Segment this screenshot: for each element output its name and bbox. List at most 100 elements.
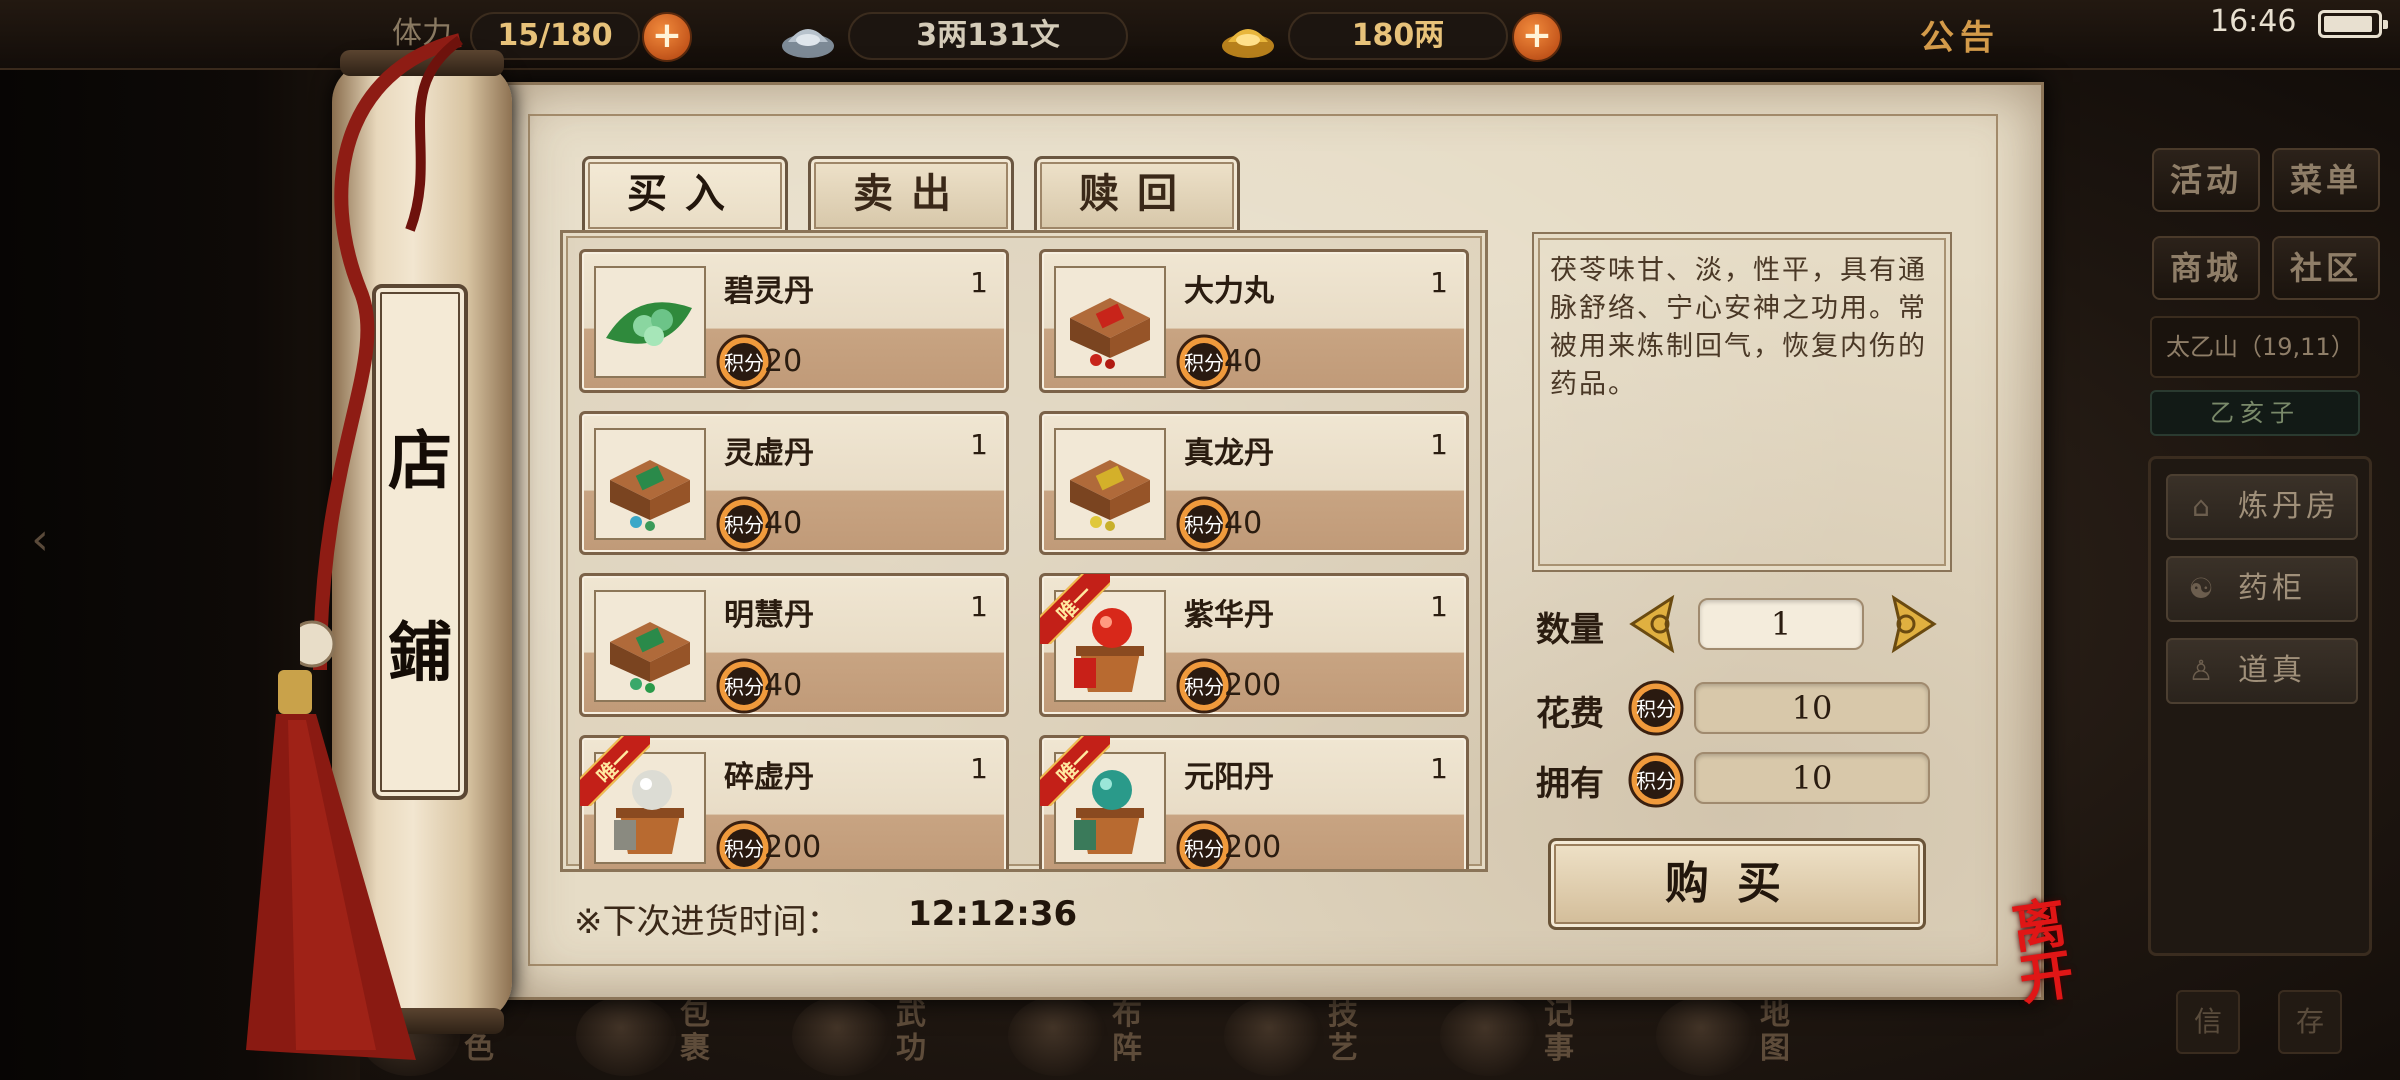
clock: 16:46 bbox=[2210, 4, 2297, 39]
tab-sell[interactable]: 卖出 bbox=[808, 156, 1014, 232]
location-display: 太乙山（19,11） bbox=[2150, 316, 2360, 378]
unique-tag: 唯一 bbox=[1040, 736, 1110, 806]
shop-item[interactable]: 大力丸 1 积分 40 bbox=[1039, 249, 1469, 393]
shop-item[interactable]: 碧灵丹 1 积分 20 bbox=[579, 249, 1009, 393]
item-price: 200 bbox=[1224, 668, 1282, 703]
item-qty: 1 bbox=[970, 428, 988, 461]
points-coin-icon: 积分 bbox=[1628, 680, 1684, 736]
nav-martial-arts[interactable]: 武功 bbox=[792, 988, 982, 1080]
svg-text:积分: 积分 bbox=[724, 513, 764, 537]
community-button[interactable]: 社区 bbox=[2272, 236, 2380, 300]
save-button[interactable]: 存 bbox=[2278, 990, 2342, 1054]
svg-text:积分: 积分 bbox=[724, 675, 764, 699]
item-name: 大力丸 bbox=[1184, 274, 1274, 309]
svg-text:积分: 积分 bbox=[724, 837, 764, 861]
item-name: 元阳丹 bbox=[1184, 760, 1274, 795]
skills-icon bbox=[1224, 996, 1324, 1076]
item-qty: 1 bbox=[1430, 590, 1448, 623]
daozhen-button[interactable]: ♙ 道真 bbox=[2166, 638, 2358, 704]
gold-ingot-icon bbox=[1222, 29, 1274, 58]
svg-text:积分: 积分 bbox=[724, 351, 764, 375]
item-price: 200 bbox=[764, 830, 822, 865]
tab-redeem[interactable]: 赎回 bbox=[1034, 156, 1240, 232]
svg-text:积分: 积分 bbox=[1636, 697, 1676, 721]
shop-item[interactable]: 明慧丹 1 积分 40 bbox=[579, 573, 1009, 717]
item-qty: 1 bbox=[970, 266, 988, 299]
item-name: 灵虚丹 bbox=[724, 436, 814, 471]
scroll-icon bbox=[1440, 996, 1540, 1076]
item-qty: 1 bbox=[970, 752, 988, 785]
leave-button[interactable]: 离开 bbox=[2008, 890, 2123, 1012]
medicine-cabinet-label: 药柜 bbox=[2238, 571, 2306, 606]
quantity-input[interactable]: 1 bbox=[1698, 598, 1864, 650]
silver-value: 3两131文 bbox=[848, 12, 1128, 60]
unique-tag: 唯一 bbox=[1040, 574, 1110, 644]
buy-button[interactable]: 购买 bbox=[1548, 838, 1926, 930]
mail-button[interactable]: 信 bbox=[2176, 990, 2240, 1054]
nav-formation-label: 布阵 bbox=[1112, 997, 1142, 1066]
quantity-decrease-icon[interactable] bbox=[1626, 592, 1690, 656]
item-qty: 1 bbox=[970, 590, 988, 623]
shop-item[interactable]: 灵虚丹 1 积分 40 bbox=[579, 411, 1009, 555]
alchemy-room-label: 炼丹房 bbox=[2238, 489, 2340, 524]
gold-value: 180两 bbox=[1288, 12, 1508, 60]
books-icon bbox=[792, 996, 892, 1076]
tassel-cord-icon bbox=[300, 33, 463, 670]
nav-journal[interactable]: 记事 bbox=[1440, 988, 1630, 1080]
svg-text:积分: 积分 bbox=[1184, 837, 1224, 861]
item-list[interactable]: 碧灵丹 1 积分 20 大力丸 1 积分 40 灵虚丹 1 积分 40 真龙丹 … bbox=[560, 230, 1488, 872]
green-pill-box-icon bbox=[594, 590, 706, 702]
notice-button[interactable]: 公告 bbox=[1920, 10, 2000, 59]
item-name: 碧灵丹 bbox=[724, 274, 814, 309]
nav-map[interactable]: 地图 bbox=[1656, 988, 1846, 1080]
bagua-icon bbox=[1008, 996, 1108, 1076]
points-coin-icon: 积分 bbox=[1628, 752, 1684, 808]
bottom-navigation: 角色 包裹 武功 布阵 技艺 记事 地图 bbox=[360, 988, 1820, 1080]
quantity-label: 数量 bbox=[1536, 610, 1604, 650]
silver-ingot-icon bbox=[782, 29, 834, 58]
item-price: 40 bbox=[764, 506, 803, 541]
item-price: 40 bbox=[1224, 344, 1263, 379]
svg-text:积分: 积分 bbox=[1184, 513, 1224, 537]
unique-tag: 唯一 bbox=[580, 736, 650, 806]
item-description: 茯苓味甘、淡，性平，具有通脉舒络、宁心安神之功用。常被用来炼制回气，恢复内伤的药… bbox=[1532, 232, 1952, 572]
restock-label: ※下次进货时间： bbox=[574, 902, 841, 942]
yellow-pill-box-icon bbox=[1054, 428, 1166, 540]
shop-item[interactable]: 真龙丹 1 积分 40 bbox=[1039, 411, 1469, 555]
battery-icon bbox=[2318, 10, 2388, 38]
left-collapse-arrow-icon[interactable]: ‹ bbox=[18, 510, 62, 570]
nav-journal-label: 记事 bbox=[1544, 997, 1574, 1066]
cabinet-icon: ☯ bbox=[2188, 572, 2218, 605]
shop-item[interactable]: 唯一 碎虚丹 1 积分 200 bbox=[579, 735, 1009, 869]
tassel-icon bbox=[246, 670, 416, 1060]
mall-button[interactable]: 商城 bbox=[2152, 236, 2260, 300]
owned-value: 10 bbox=[1694, 752, 1930, 804]
tab-buy[interactable]: 买入 bbox=[582, 156, 788, 232]
nav-map-label: 地图 bbox=[1760, 997, 1790, 1066]
nav-skills-label: 技艺 bbox=[1328, 997, 1358, 1066]
daozhen-label: 道真 bbox=[2238, 653, 2306, 688]
restock-info: ※下次进货时间： 12:12:36 bbox=[574, 894, 1077, 943]
cost-label: 花费 bbox=[1536, 694, 1604, 734]
nav-skills[interactable]: 技艺 bbox=[1224, 988, 1414, 1080]
item-qty: 1 bbox=[1430, 752, 1448, 785]
nav-formation[interactable]: 布阵 bbox=[1008, 988, 1198, 1080]
restock-time: 12:12:36 bbox=[908, 894, 1078, 934]
item-name: 真龙丹 bbox=[1184, 436, 1274, 471]
shop-item[interactable]: 唯一 元阳丹 1 积分 200 bbox=[1039, 735, 1469, 869]
svg-text:积分: 积分 bbox=[1636, 769, 1676, 793]
nav-bag[interactable]: 包裹 bbox=[576, 988, 766, 1080]
alchemy-room-button[interactable]: ⌂ 炼丹房 bbox=[2166, 474, 2358, 540]
map-icon bbox=[1656, 996, 1756, 1076]
gold-add-button[interactable]: + bbox=[1512, 12, 1562, 62]
red-pill-box-icon bbox=[1054, 266, 1166, 378]
activity-button[interactable]: 活动 bbox=[2152, 148, 2260, 212]
green-pill-box-icon bbox=[594, 428, 706, 540]
shop-item[interactable]: 唯一 紫华丹 1 积分 200 bbox=[1039, 573, 1469, 717]
medicine-cabinet-button[interactable]: ☯ 药柜 bbox=[2166, 556, 2358, 622]
quantity-increase-icon[interactable] bbox=[1876, 592, 1940, 656]
svg-text:积分: 积分 bbox=[1184, 675, 1224, 699]
stamina-add-button[interactable]: + bbox=[642, 12, 692, 62]
menu-button[interactable]: 菜单 bbox=[2272, 148, 2380, 212]
item-price: 40 bbox=[1224, 506, 1263, 541]
